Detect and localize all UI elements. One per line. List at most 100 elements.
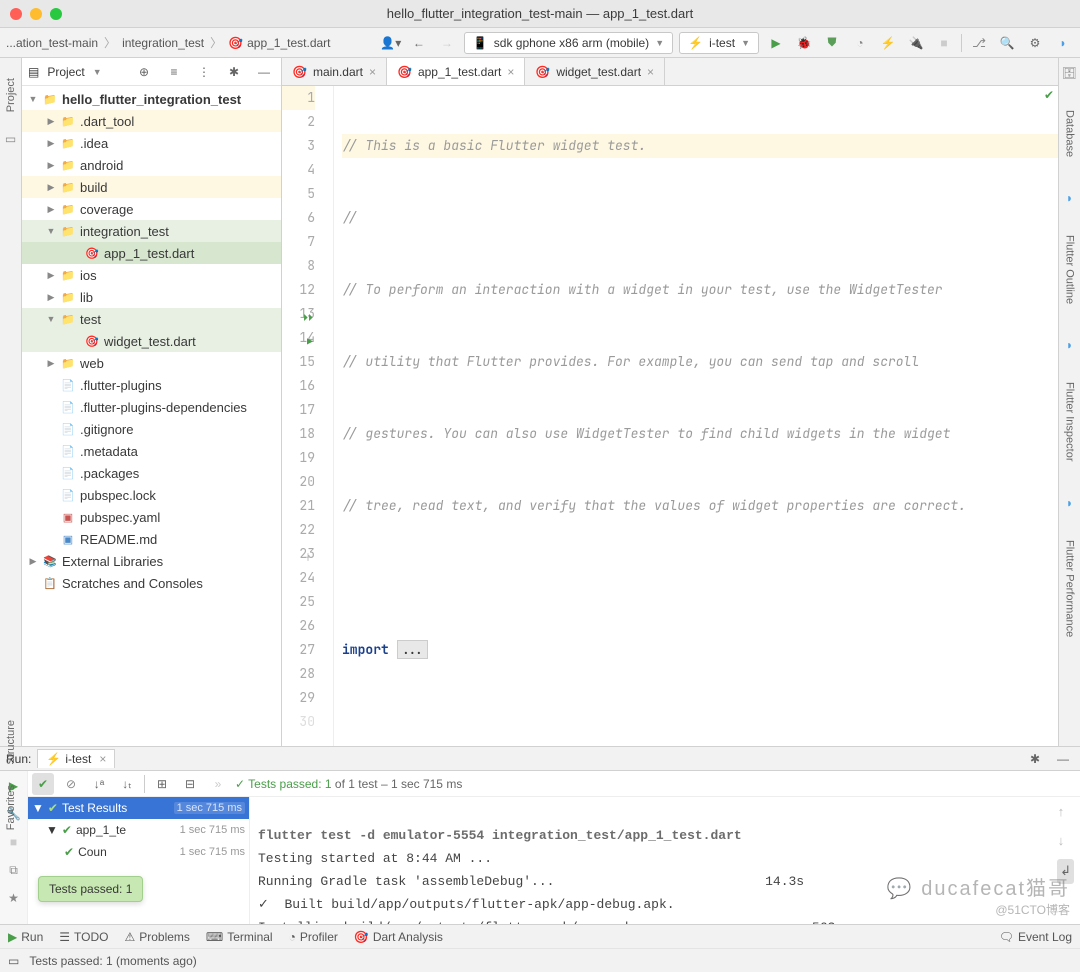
tree-folder-test[interactable]: ▼📁test: [22, 308, 281, 330]
back-icon[interactable]: ←: [408, 32, 430, 54]
tree-folder[interactable]: ▶📁coverage: [22, 198, 281, 220]
tree-folder[interactable]: ▶📁.idea: [22, 132, 281, 154]
check-status-icon[interactable]: ✔: [1044, 88, 1054, 102]
tree-file[interactable]: 📄.packages: [22, 462, 281, 484]
tree-file[interactable]: ▣pubspec.yaml: [22, 506, 281, 528]
test-tree-suite[interactable]: ▼✔app_1_te1 sec 715 ms: [28, 819, 249, 841]
tree-file[interactable]: 📄pubspec.lock: [22, 484, 281, 506]
rail-flutter-performance[interactable]: Flutter Performance: [1064, 540, 1076, 637]
tree-folder[interactable]: ▶📁android: [22, 154, 281, 176]
sort-icon[interactable]: ↓ᵃ: [88, 773, 110, 795]
vcs-icon[interactable]: ⎇: [968, 32, 990, 54]
run-icon[interactable]: ▶: [765, 32, 787, 54]
device-selector[interactable]: 📱 sdk gphone x86 arm (mobile) ▼: [464, 32, 673, 54]
flutter-logo-icon[interactable]: ◗: [1052, 32, 1074, 54]
collapse-all-icon[interactable]: ⊟: [179, 773, 201, 795]
breadcrumb-root[interactable]: ...ation_test-main: [6, 36, 98, 50]
bottom-profiler[interactable]: ◔Profiler: [289, 930, 338, 944]
rail-favorites[interactable]: Favorites: [5, 785, 17, 830]
coverage-icon[interactable]: ⛊: [821, 32, 843, 54]
collapse-icon[interactable]: ⋮: [193, 61, 215, 83]
md-icon: ▣: [60, 532, 76, 546]
wrap-icon[interactable]: ↲: [1057, 859, 1074, 884]
tree-folder[interactable]: ▶📁lib: [22, 286, 281, 308]
next-icon[interactable]: »: [207, 773, 229, 795]
bottom-run[interactable]: ▶Run: [8, 930, 43, 944]
sort-time-icon[interactable]: ↓ₜ: [116, 773, 138, 795]
tree-file[interactable]: 📄.flutter-plugins: [22, 374, 281, 396]
close-icon[interactable]: ×: [99, 752, 106, 766]
tree-file-app1test[interactable]: 🎯app_1_test.dart: [22, 242, 281, 264]
user-icon[interactable]: 👤▾: [380, 32, 402, 54]
close-icon[interactable]: ×: [369, 65, 376, 79]
rail-project[interactable]: Project: [5, 78, 17, 112]
project-tree[interactable]: ▼📁hello_flutter_integration_test ▶📁.dart…: [22, 86, 281, 596]
dart-file-icon: 🎯: [292, 65, 307, 79]
test-tree-root[interactable]: ▼✔Test Results1 sec 715 ms: [28, 797, 249, 819]
test-tree-case[interactable]: ✔Coun1 sec 715 ms: [28, 841, 249, 863]
hide-icon[interactable]: —: [1052, 748, 1074, 770]
rail-flutter-inspector[interactable]: Flutter Inspector: [1064, 382, 1076, 461]
close-icon[interactable]: ×: [647, 65, 654, 79]
star-icon[interactable]: ★: [3, 887, 25, 909]
folder-icon: 📁: [60, 136, 76, 150]
flutter-icon[interactable]: ◗: [1066, 338, 1073, 352]
arrow-up-icon[interactable]: ↑: [1057, 801, 1074, 824]
gear-icon[interactable]: ✱: [1024, 748, 1046, 770]
bottom-dart-analysis[interactable]: 🎯Dart Analysis: [354, 930, 443, 944]
tree-folder[interactable]: ▶📁.dart_tool: [22, 110, 281, 132]
code-area[interactable]: // This is a basic Flutter widget test. …: [334, 86, 1058, 746]
cross-filter-icon[interactable]: ⊘: [60, 773, 82, 795]
bookmark-icon[interactable]: ▭: [5, 132, 16, 146]
run-console[interactable]: flutter test -d emulator-5554 integratio…: [250, 797, 1080, 924]
gear-icon[interactable]: ✱: [223, 61, 245, 83]
database-icon[interactable]: 🗄: [1062, 66, 1077, 80]
tab-widgettest[interactable]: 🎯widget_test.dart×: [525, 58, 665, 85]
rail-database[interactable]: Database: [1064, 110, 1076, 157]
tree-file[interactable]: ▣README.md: [22, 528, 281, 550]
tree-file-widgettest[interactable]: 🎯widget_test.dart: [22, 330, 281, 352]
tree-file[interactable]: 📄.metadata: [22, 440, 281, 462]
status-icon[interactable]: ▭: [8, 954, 19, 968]
rail-flutter-outline[interactable]: Flutter Outline: [1064, 235, 1076, 304]
close-icon[interactable]: ×: [507, 65, 514, 79]
rail-structure[interactable]: Structure: [5, 720, 17, 765]
arrow-down-icon[interactable]: ↓: [1057, 830, 1074, 853]
tree-file[interactable]: 📄.flutter-plugins-dependencies: [22, 396, 281, 418]
breadcrumb-file[interactable]: app_1_test.dart: [247, 36, 330, 50]
profile-icon[interactable]: ◔: [849, 32, 871, 54]
bottom-terminal[interactable]: ⌨Terminal: [206, 930, 273, 944]
pin-icon[interactable]: ⧉: [3, 859, 25, 881]
tree-file[interactable]: 📄.gitignore: [22, 418, 281, 440]
tree-root[interactable]: ▼📁hello_flutter_integration_test: [22, 88, 281, 110]
tab-main-dart[interactable]: 🎯main.dart×: [282, 58, 387, 85]
bottom-todo[interactable]: ☰TODO: [59, 930, 108, 944]
flutter-icon[interactable]: ◗: [1066, 191, 1073, 205]
run-config-selector[interactable]: ⚡ i-test ▼: [679, 32, 759, 54]
expand-all-icon[interactable]: ⊞: [151, 773, 173, 795]
debug-icon[interactable]: 🐞: [793, 32, 815, 54]
hide-icon[interactable]: —: [253, 61, 275, 83]
settings-icon[interactable]: ⚙: [1024, 32, 1046, 54]
attach-icon[interactable]: 🔌: [905, 32, 927, 54]
check-filter-icon[interactable]: ✔: [32, 773, 54, 795]
chevron-down-icon[interactable]: ▼: [93, 67, 102, 77]
tree-folder[interactable]: ▶📁web: [22, 352, 281, 374]
expand-icon[interactable]: ≡: [163, 61, 185, 83]
breadcrumb-folder[interactable]: integration_test: [122, 36, 204, 50]
editor-body[interactable]: 1 2 3 4 5 6 7 8 12 13⏵⏵ 14▶ 15 16 17 18 …: [282, 86, 1058, 746]
bottom-problems[interactable]: ⚠Problems: [124, 930, 189, 944]
test-results-tree[interactable]: ▼✔Test Results1 sec 715 ms ▼✔app_1_te1 s…: [28, 797, 250, 924]
project-panel-title[interactable]: Project: [47, 65, 84, 79]
locate-icon[interactable]: ⊕: [133, 61, 155, 83]
tree-folder-integration-test[interactable]: ▼📁integration_test: [22, 220, 281, 242]
tree-scratches[interactable]: 📋Scratches and Consoles: [22, 572, 281, 594]
tree-folder[interactable]: ▶📁ios: [22, 264, 281, 286]
flutter-icon[interactable]: ◗: [1066, 496, 1073, 510]
run-tab[interactable]: ⚡i-test×: [37, 749, 115, 768]
tree-folder[interactable]: ▶📁build: [22, 176, 281, 198]
bottom-event-log[interactable]: 🗨Event Log: [999, 930, 1072, 944]
tab-app1test[interactable]: 🎯app_1_test.dart×: [387, 58, 525, 85]
search-icon[interactable]: 🔍: [996, 32, 1018, 54]
tree-external-libs[interactable]: ▶📚External Libraries: [22, 550, 281, 572]
